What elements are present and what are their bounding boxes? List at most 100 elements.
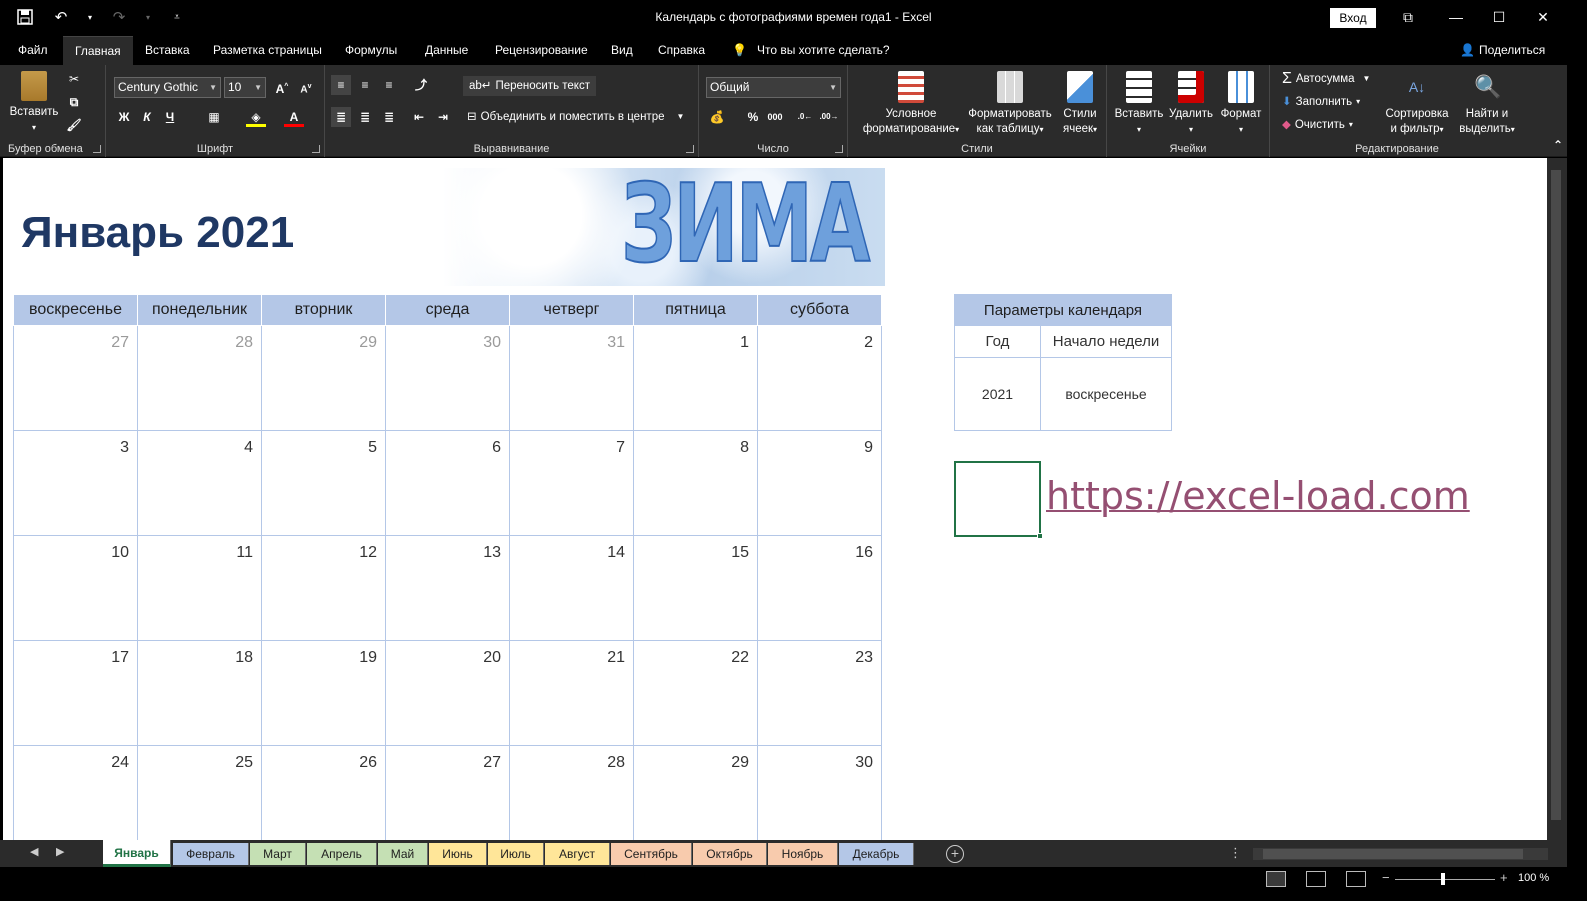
day-cell[interactable]: 22 bbox=[633, 640, 758, 746]
font-size-select[interactable]: 10 ▼ bbox=[224, 77, 266, 98]
day-cell[interactable]: 6 bbox=[385, 430, 510, 536]
weekday-header[interactable]: воскресенье bbox=[13, 294, 138, 326]
weekday-header[interactable]: четверг bbox=[509, 294, 634, 326]
sheet-tab-april[interactable]: Апрель bbox=[307, 843, 377, 865]
normal-view-icon[interactable] bbox=[1266, 871, 1286, 887]
tab-insert[interactable]: Вставка bbox=[133, 36, 202, 65]
sheet-tab-may[interactable]: Май bbox=[378, 843, 428, 865]
day-cell[interactable]: 28 bbox=[137, 325, 262, 431]
day-cell[interactable]: 27 bbox=[13, 325, 138, 431]
day-cell[interactable]: 2 bbox=[757, 325, 882, 431]
bold-button[interactable]: Ж bbox=[114, 107, 134, 127]
day-cell[interactable]: 13 bbox=[385, 535, 510, 641]
number-format-select[interactable]: Общий ▼ bbox=[706, 77, 841, 98]
merge-center-button[interactable]: ⊟ Объединить и поместить в центре ▼ bbox=[467, 107, 684, 127]
conditional-formatting-button[interactable]: Условное форматирование▾ bbox=[856, 71, 966, 137]
day-cell[interactable]: 5 bbox=[261, 430, 386, 536]
selected-cell[interactable] bbox=[954, 461, 1043, 539]
fill-button[interactable]: ⬇ Заполнить ▾ bbox=[1282, 92, 1360, 112]
align-right-icon[interactable]: ≣ bbox=[379, 107, 399, 127]
weekday-header[interactable]: среда bbox=[385, 294, 510, 326]
underline-button[interactable]: Ч bbox=[160, 107, 180, 127]
align-bottom-icon[interactable]: ≡ bbox=[379, 75, 399, 95]
fill-color-icon[interactable]: ◈ bbox=[246, 107, 266, 127]
delete-cells-button[interactable]: Удалить ▾ bbox=[1165, 71, 1217, 137]
minimize-icon[interactable]: — bbox=[1443, 6, 1469, 28]
day-cell[interactable]: 18 bbox=[137, 640, 262, 746]
sheet-tab-february[interactable]: Февраль bbox=[173, 843, 249, 865]
day-cell[interactable]: 10 bbox=[13, 535, 138, 641]
sign-in-button[interactable]: Вход bbox=[1330, 8, 1376, 28]
orientation-icon[interactable]: ⤴ bbox=[411, 75, 431, 95]
zoom-slider-knob[interactable] bbox=[1441, 873, 1445, 885]
worksheet[interactable]: Январь 2021 ЗИМА воскресенье понедельник… bbox=[3, 158, 1547, 840]
increase-decimal-icon[interactable]: .0← bbox=[795, 107, 815, 127]
day-cell[interactable]: 3 bbox=[13, 430, 138, 536]
decrease-indent-icon[interactable]: ⇤ bbox=[409, 107, 429, 127]
borders-icon[interactable]: ▦ bbox=[204, 107, 224, 127]
tab-file[interactable]: Файл bbox=[6, 36, 60, 65]
dialog-launcher-icon[interactable] bbox=[686, 145, 694, 153]
year-value[interactable]: 2021 bbox=[954, 357, 1041, 431]
maximize-icon[interactable]: ☐ bbox=[1486, 6, 1512, 28]
day-cell[interactable]: 26 bbox=[261, 745, 386, 840]
tab-page-layout[interactable]: Разметка страницы bbox=[201, 36, 334, 65]
day-cell[interactable]: 14 bbox=[509, 535, 634, 641]
website-link[interactable]: https://excel-load.com bbox=[1046, 474, 1470, 518]
day-cell[interactable]: 30 bbox=[757, 745, 882, 840]
tab-home[interactable]: Главная bbox=[63, 36, 133, 65]
dialog-launcher-icon[interactable] bbox=[835, 145, 843, 153]
autosum-button[interactable]: Σ Автосумма ▼ bbox=[1282, 69, 1370, 89]
week-start-value[interactable]: воскресенье bbox=[1040, 357, 1172, 431]
sheet-tab-march[interactable]: Март bbox=[250, 843, 306, 865]
weekday-header[interactable]: вторник bbox=[261, 294, 386, 326]
decrease-decimal-icon[interactable]: .00→ bbox=[819, 107, 839, 127]
clear-button[interactable]: ◆ Очистить ▾ bbox=[1282, 115, 1353, 135]
tab-view[interactable]: Вид bbox=[599, 36, 645, 65]
weekday-header[interactable]: пятница bbox=[633, 294, 758, 326]
wrap-text-button[interactable]: ab↵ Переносить текст bbox=[463, 76, 596, 96]
tab-data[interactable]: Данные bbox=[413, 36, 480, 65]
sheet-tab-september[interactable]: Сентябрь bbox=[611, 843, 692, 865]
year-label[interactable]: Год bbox=[954, 325, 1041, 358]
format-as-table-button[interactable]: Форматировать как таблицу▾ bbox=[966, 71, 1054, 137]
day-cell[interactable]: 9 bbox=[757, 430, 882, 536]
day-cell[interactable]: 24 bbox=[13, 745, 138, 840]
sheet-tab-august[interactable]: Август bbox=[545, 843, 610, 865]
align-top-icon[interactable]: ≡ bbox=[331, 75, 351, 95]
format-cells-button[interactable]: Формат ▾ bbox=[1215, 71, 1267, 137]
cut-icon[interactable]: ✂ bbox=[64, 69, 84, 89]
sheet-tab-october[interactable]: Октябрь bbox=[693, 843, 767, 865]
currency-icon[interactable]: 💰 bbox=[707, 107, 727, 127]
day-cell[interactable]: 16 bbox=[757, 535, 882, 641]
sort-filter-button[interactable]: A↓ Сортировка и фильтр▾ bbox=[1380, 71, 1454, 137]
font-name-select[interactable]: Century Gothic ▼ bbox=[114, 77, 221, 98]
font-color-icon[interactable]: A bbox=[284, 107, 304, 127]
next-sheet-icon[interactable]: ▶ bbox=[56, 845, 64, 858]
increase-indent-icon[interactable]: ⇥ bbox=[433, 107, 453, 127]
comma-style-icon[interactable]: 000 bbox=[765, 107, 785, 127]
copy-icon[interactable]: ⧉ bbox=[64, 92, 84, 112]
page-break-view-icon[interactable] bbox=[1346, 871, 1366, 887]
tab-review[interactable]: Рецензирование bbox=[483, 36, 600, 65]
sheet-tab-december[interactable]: Декабрь bbox=[839, 843, 914, 865]
weekday-header[interactable]: суббота bbox=[757, 294, 882, 326]
day-cell[interactable]: 17 bbox=[13, 640, 138, 746]
tab-help[interactable]: Справка bbox=[646, 36, 717, 65]
italic-button[interactable]: К bbox=[137, 107, 157, 127]
weekday-header[interactable]: понедельник bbox=[137, 294, 262, 326]
day-cell[interactable]: 30 bbox=[385, 325, 510, 431]
ribbon-display-options-icon[interactable]: ⧉ bbox=[1395, 6, 1421, 28]
tell-me-search[interactable]: 💡 Что вы хотите сделать? bbox=[732, 36, 890, 65]
dialog-launcher-icon[interactable] bbox=[93, 145, 101, 153]
day-cell[interactable]: 11 bbox=[137, 535, 262, 641]
zoom-in-icon[interactable]: + bbox=[1500, 870, 1508, 885]
align-center-icon[interactable]: ≣ bbox=[355, 107, 375, 127]
horizontal-scrollbar[interactable] bbox=[1253, 848, 1548, 860]
share-button[interactable]: 👤 Поделиться bbox=[1460, 36, 1545, 65]
percent-icon[interactable]: % bbox=[743, 107, 763, 127]
dialog-launcher-icon[interactable] bbox=[312, 145, 320, 153]
day-cell[interactable]: 15 bbox=[633, 535, 758, 641]
sheet-tab-july[interactable]: Июль bbox=[488, 843, 544, 865]
sheet-tab-november[interactable]: Ноябрь bbox=[768, 843, 838, 865]
